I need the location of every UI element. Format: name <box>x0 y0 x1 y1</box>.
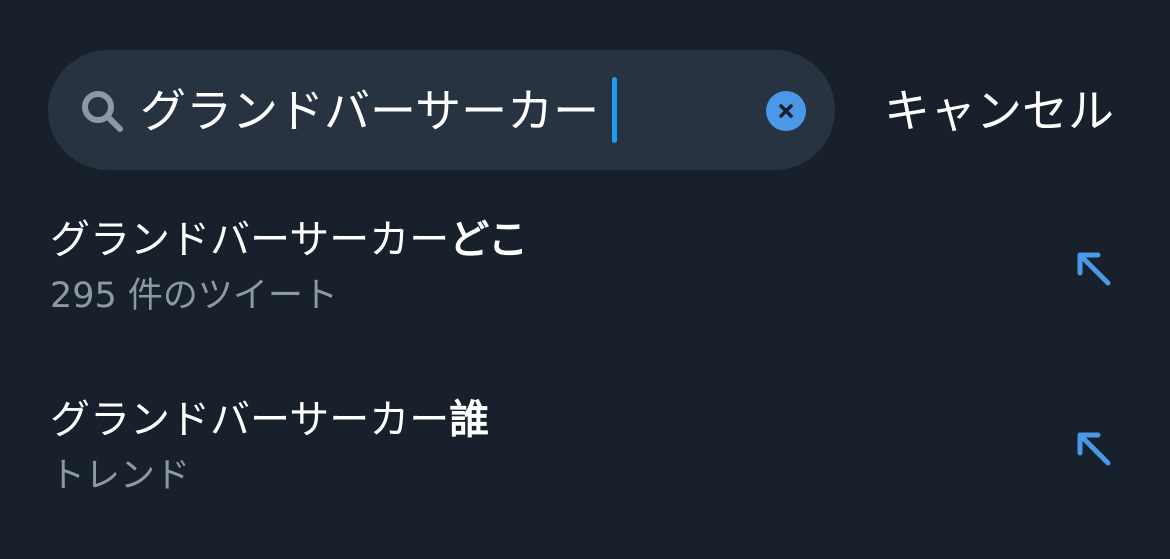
search-icon <box>82 91 123 132</box>
text-caret <box>612 77 617 143</box>
search-input[interactable]: グランドバーサーカー <box>140 78 599 144</box>
suggestion-completion: 誰 <box>449 397 490 443</box>
suggestion-subtitle: 295 件のツイート <box>50 276 338 316</box>
clear-icon <box>779 104 793 118</box>
suggestion-completion: どこ <box>449 217 529 263</box>
clear-search-button[interactable] <box>766 91 806 131</box>
search-suggestion[interactable]: グランドバーサーカーどこ 295 件のツイート <box>0 200 1170 370</box>
suggestion-subtitle: トレンド <box>50 456 191 496</box>
search-suggestion[interactable]: グランドバーサーカー誰 トレンド <box>0 380 1170 550</box>
suggestion-prefix: グランドバーサーカー <box>50 217 450 263</box>
arrow-up-left-icon[interactable] <box>1072 427 1114 469</box>
suggestion-title: グランドバーサーカー誰 <box>50 392 489 448</box>
suggestion-title: グランドバーサーカーどこ <box>50 212 528 268</box>
cancel-button[interactable]: キャンセル <box>884 78 1114 144</box>
arrow-up-left-icon[interactable] <box>1072 247 1114 289</box>
suggestion-prefix: グランドバーサーカー <box>50 397 450 443</box>
